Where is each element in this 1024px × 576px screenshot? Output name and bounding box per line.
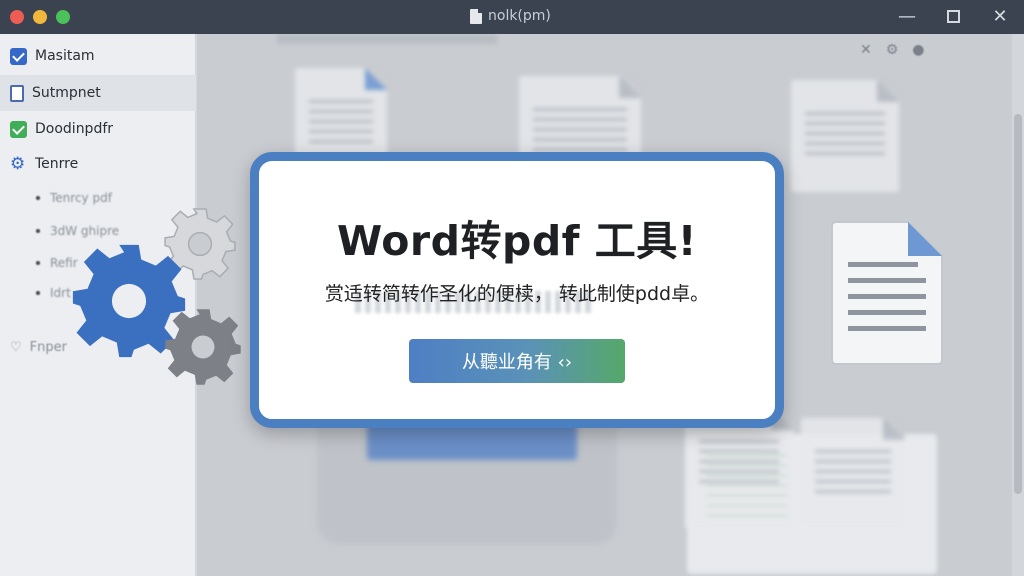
gear-icon [165, 309, 241, 385]
sidebar-item-doodinpdfr[interactable]: Doodinpdfr [0, 111, 196, 147]
blurred-document [791, 80, 899, 192]
blurred-document [801, 418, 905, 528]
bullet-icon [36, 229, 40, 233]
promo-dialog: Word转pdf 工具! 赏适转简转作圣化的便椟， 转此制使pdd卓。 从聽业角… [250, 152, 784, 428]
sidebar-subitem[interactable]: Idrt [36, 286, 71, 300]
sidebar-item-label: Tenrre [35, 156, 79, 172]
window-title-text: nolk(pm) [488, 8, 551, 24]
sidebar-item-label: Doodinpdfr [35, 121, 114, 137]
zoom-dot-button[interactable] [56, 10, 70, 24]
gear-icon: ⚙ [10, 153, 26, 174]
close-icon: ✕ [860, 42, 872, 58]
blurred-toolbar [277, 34, 497, 44]
maximize-icon [946, 10, 960, 23]
gear-icon: ⚙ [885, 42, 899, 58]
blurred-toolbar-icons: ✕ ⚙ ● [860, 42, 925, 58]
minimize-dot-button[interactable] [33, 10, 47, 24]
minimize-button[interactable]: — [895, 5, 919, 29]
document-icon [470, 8, 482, 24]
sidebar-subitem[interactable]: 3dW ghipre [36, 224, 119, 238]
globe-icon: ● [912, 42, 925, 58]
sidebar-item-label: Masitam [35, 48, 95, 64]
dialog-subtitle: 赏适转简转作圣化的便椟， 转此制使pdd卓。 [324, 283, 710, 305]
close-button[interactable]: ✕ [988, 5, 1012, 29]
sidebar-item-label: Sutmpnet [32, 85, 101, 101]
bullet-icon [36, 196, 40, 200]
checkbox-icon [10, 47, 27, 65]
sidebar-subitem[interactable]: Tenrcy pdf [36, 191, 112, 205]
sidebar-item-tenrre[interactable]: ⚙ Tenrre [0, 146, 196, 182]
checkbox-icon [10, 120, 27, 138]
title-bar: nolk(pm) — ✕ [0, 0, 1024, 34]
dialog-title: Word转pdf 工具! [336, 217, 697, 265]
scrollbar[interactable] [1012, 34, 1024, 576]
sidebar-item-sutmpnet[interactable]: Sutmpnet [0, 75, 196, 111]
close-dot-button[interactable] [10, 10, 24, 24]
document-icon [10, 84, 24, 102]
bullet-icon [36, 261, 40, 265]
scroll-thumb[interactable] [1014, 114, 1022, 494]
window-title: nolk(pm) [470, 8, 551, 24]
bullet-icon [36, 291, 40, 295]
sidebar-item-masitam[interactable]: Masitam [0, 38, 196, 74]
document-icon [831, 221, 943, 365]
maximize-button[interactable] [941, 5, 965, 29]
dialog-action-button[interactable]: 从聽业角有 ‹› [409, 339, 625, 383]
heart-icon: ♡ [10, 340, 22, 355]
sidebar-item-fnper[interactable]: ♡ Fnper [10, 340, 67, 355]
